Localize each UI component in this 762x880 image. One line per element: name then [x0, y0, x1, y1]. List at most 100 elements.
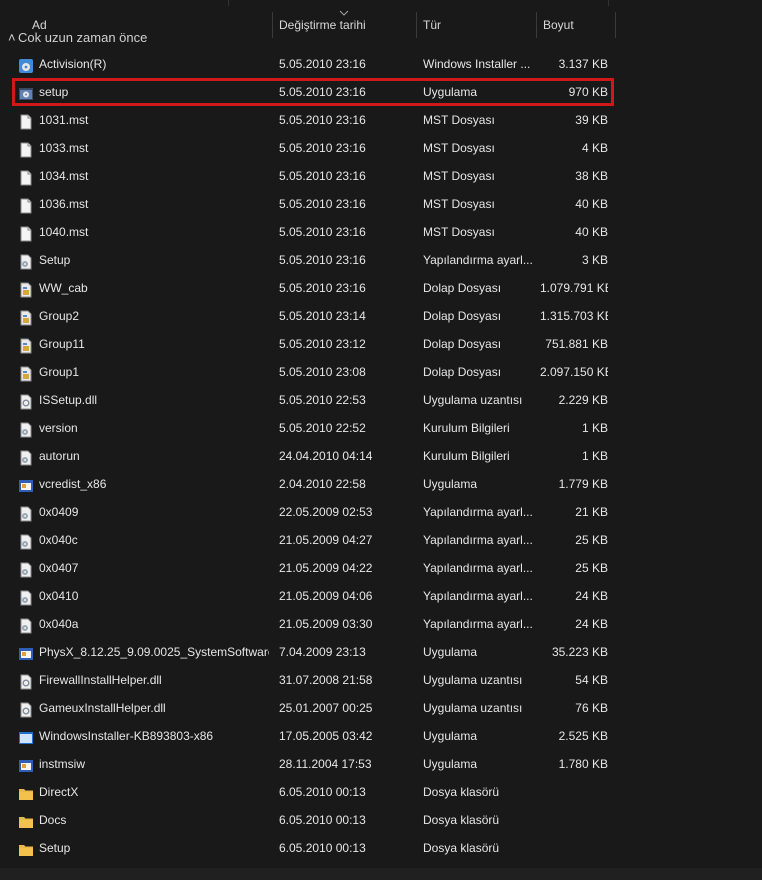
file-date: 5.05.2010 23:16 [279, 225, 366, 239]
file-row[interactable]: Docs 6.05.2010 00:13 Dosya klasörü [0, 806, 616, 834]
file-size [540, 778, 608, 806]
file-row[interactable]: ISSetup.dll 5.05.2010 22:53 Uygulama uzant… [0, 386, 616, 414]
file-row[interactable]: Activision(R) 5.05.2010 23:16 Windows Inst… [0, 50, 616, 78]
file-row[interactable]: vcredist_x86 2.04.2010 22:58 Uygulama 1.779… [0, 470, 616, 498]
file-date: 5.05.2010 23:16 [279, 113, 366, 127]
column-type-header[interactable]: Tür [417, 12, 537, 38]
file-row[interactable]: Group11 5.05.2010 23:12 Dolap Dosyası 751.8… [0, 330, 616, 358]
top-strip-seg [0, 0, 229, 6]
file-size: 39 KB [575, 113, 608, 127]
file-row[interactable]: 1040.mst 5.05.2010 23:16 MST Dosyası 40 KB [0, 218, 616, 246]
config-icon [18, 504, 34, 522]
config-icon [18, 448, 34, 466]
file-type: Uygulama uzantısı [423, 701, 523, 715]
file-size: 54 KB [575, 673, 608, 687]
config-icon [18, 420, 34, 438]
file-size: 1.780 KB [558, 757, 608, 771]
file-size: 24 KB [575, 617, 608, 631]
file-row[interactable]: 1033.mst 5.05.2010 23:16 MST Dosyası 4 KB [0, 134, 616, 162]
folder-icon [18, 840, 34, 856]
file-date: 21.05.2009 04:06 [279, 589, 373, 603]
group-header[interactable]: ˄ Çok uzun zaman önce [8, 30, 147, 42]
file-icon [18, 168, 34, 186]
file-date: 5.05.2010 22:53 [279, 393, 366, 407]
empty-pane [616, 12, 762, 868]
file-size: 2.525 KB [558, 729, 608, 743]
file-row[interactable]: 1034.mst 5.05.2010 23:16 MST Dosyası 38 KB [0, 162, 616, 190]
dll-icon [18, 672, 34, 690]
file-date: 24.04.2010 04:14 [279, 449, 373, 463]
file-row[interactable]: FirewallInstallHelper.dll 31.07.2008 21:5… [0, 666, 616, 694]
file-name: autorun [39, 449, 80, 463]
file-row[interactable]: version 5.05.2010 22:52 Kurulum Bilgileri 1… [0, 414, 616, 442]
file-row[interactable]: WindowsInstaller-KB893803-x86 17.05.2005 … [0, 722, 616, 750]
file-row[interactable]: 0x040c 21.05.2009 04:27 Yapılandırma ayarl… [0, 526, 616, 554]
file-row[interactable]: autorun 24.04.2010 04:14 Kurulum Bilgileri… [0, 442, 616, 470]
file-row[interactable]: WW_cab 5.05.2010 23:16 Dolap Dosyası 1.079.… [0, 274, 616, 302]
file-row[interactable]: 0x040a 21.05.2009 03:30 Yapılandırma ayarl… [0, 610, 616, 638]
cab-icon [18, 364, 34, 382]
file-row[interactable]: Group1 5.05.2010 23:08 Dolap Dosyası 2.097.… [0, 358, 616, 386]
file-name: version [39, 421, 78, 435]
file-name: ISSetup.dll [39, 393, 98, 407]
collapse-chevron-icon: ˄ [8, 30, 16, 42]
cab-icon [18, 280, 34, 298]
file-size: 76 KB [575, 701, 608, 715]
file-date: 22.05.2009 02:53 [279, 505, 373, 519]
app-icon [18, 756, 34, 772]
file-date: 5.05.2010 23:16 [279, 253, 366, 267]
file-row[interactable]: setup 5.05.2010 23:16 Uygulama 970 KB [0, 78, 616, 106]
file-type: Windows Installer ... [423, 57, 531, 71]
file-row[interactable]: Setup 5.05.2010 23:16 Yapılandırma ayarl..… [0, 246, 616, 274]
file-row[interactable]: instmsiw 28.11.2004 17:53 Uygulama 1.780 KB [0, 750, 616, 778]
file-icon [18, 112, 34, 130]
file-row[interactable]: PhysX_8.12.25_9.09.0025_SystemSoftware 7.… [0, 638, 616, 666]
file-size: 21 KB [575, 505, 608, 519]
folder-icon [18, 784, 34, 800]
file-type: MST Dosyası [423, 225, 495, 239]
file-size: 1.079.791 KB [540, 281, 608, 295]
installer-icon [18, 56, 34, 73]
file-type: Dolap Dosyası [423, 309, 502, 323]
file-row[interactable]: 1036.mst 5.05.2010 23:16 MST Dosyası 40 KB [0, 190, 616, 218]
window-app-icon [18, 728, 34, 744]
file-date: 21.05.2009 04:22 [279, 561, 373, 575]
group-header-label: Çok uzun zaman önce [18, 30, 148, 42]
file-name: 1040.mst [39, 225, 89, 239]
file-name: 1033.mst [39, 141, 89, 155]
column-size-label: Boyut [543, 18, 574, 32]
file-row[interactable]: Group2 5.05.2010 23:14 Dolap Dosyası 1.315.… [0, 302, 616, 330]
file-type: MST Dosyası [423, 197, 495, 211]
file-row[interactable]: DirectX 6.05.2010 00:13 Dosya klasörü [0, 778, 616, 806]
file-name: 0x0410 [39, 589, 79, 603]
cab-icon [18, 336, 34, 354]
file-type: MST Dosyası [423, 141, 495, 155]
config-icon [18, 588, 34, 606]
app-icon [18, 476, 34, 492]
config-icon [18, 560, 34, 578]
file-row[interactable]: GameuxInstallHelper.dll 25.01.2007 00:25 U… [0, 694, 616, 722]
file-date: 21.05.2009 04:27 [279, 533, 373, 547]
file-date: 5.05.2010 23:14 [279, 309, 366, 323]
file-row[interactable]: 0x0410 21.05.2009 04:06 Yapılandırma ayarl… [0, 582, 616, 610]
file-type: Yapılandırma ayarl... [423, 533, 533, 547]
column-date-label: Değiştirme tarihi [279, 18, 366, 32]
file-name: 0x0407 [39, 561, 79, 575]
file-size: 1.779 KB [558, 477, 608, 491]
file-row[interactable]: 1031.mst 5.05.2010 23:16 MST Dosyası 39 KB [0, 106, 616, 134]
file-name: 1036.mst [39, 197, 89, 211]
column-size-header[interactable]: Boyut [537, 12, 616, 38]
file-name: WW_cab [39, 281, 88, 295]
file-size: 1 KB [581, 421, 608, 435]
file-row[interactable]: 0x0407 21.05.2009 04:22 Yapılandırma ayarl… [0, 554, 616, 582]
file-date: 25.01.2007 00:25 [279, 701, 373, 715]
file-row[interactable]: Setup 6.05.2010 00:13 Dosya klasörü [0, 834, 616, 862]
dll-icon [18, 392, 34, 410]
file-size: 40 KB [575, 225, 608, 239]
selection-highlight [12, 78, 614, 106]
file-row[interactable]: 0x0409 22.05.2009 02:53 Yapılandırma ayarl… [0, 498, 616, 526]
file-type: Uygulama [423, 729, 478, 743]
file-date: 17.05.2005 03:42 [279, 729, 373, 743]
file-size: 38 KB [575, 169, 608, 183]
file-type: MST Dosyası [423, 113, 495, 127]
